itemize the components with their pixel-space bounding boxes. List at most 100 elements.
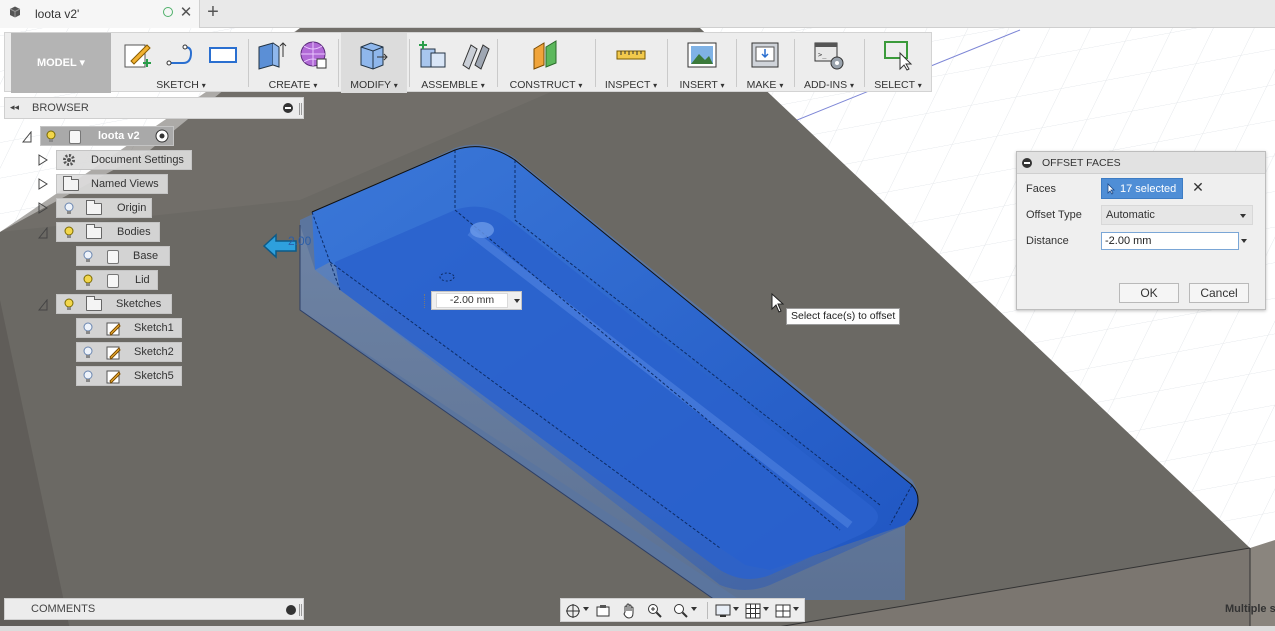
tree-sketch5[interactable]: Sketch5 [76, 366, 182, 386]
visibility-bulb-icon[interactable] [64, 298, 74, 311]
insert-menu-label[interactable]: INSERT ▾ [671, 79, 733, 91]
sketch-group[interactable]: SKETCH ▾ [117, 33, 245, 93]
joint-icon[interactable] [459, 39, 491, 71]
select-icon[interactable] [882, 39, 914, 71]
rectangle-icon[interactable] [207, 39, 239, 71]
expand-origin-icon[interactable] [38, 202, 48, 214]
expand-root-icon[interactable] [22, 131, 32, 143]
close-tab-button[interactable]: ✕ [178, 3, 194, 21]
tree-root-component[interactable]: loota v2 [40, 126, 174, 146]
canvas-distance-dropdown-icon[interactable] [514, 299, 520, 303]
visibility-bulb-icon[interactable] [83, 274, 93, 287]
new-component-icon[interactable] [417, 39, 449, 71]
collapse-sketches-icon[interactable] [38, 299, 48, 311]
assemble-menu-label[interactable]: ASSEMBLE ▾ [413, 79, 493, 91]
comments-panel-header[interactable]: COMMENTS [4, 598, 304, 620]
document-tab[interactable]: loota v2' ✕ [0, 0, 200, 28]
distance-input[interactable] [1101, 232, 1239, 250]
viewports-dropdown-icon[interactable] [793, 607, 799, 611]
canvas-distance-value[interactable]: -2.00 mm [436, 293, 508, 308]
measure-icon[interactable] [615, 39, 647, 71]
tree-document-settings[interactable]: Document Settings [56, 150, 192, 170]
create-sketch-icon[interactable] [121, 39, 153, 71]
ok-button[interactable]: OK [1119, 283, 1179, 303]
display-settings-icon[interactable] [715, 603, 731, 619]
tree-bodies[interactable]: Bodies [56, 222, 160, 242]
3d-print-icon[interactable] [749, 39, 781, 71]
fit-icon[interactable] [673, 603, 689, 619]
inspect-menu-label[interactable]: INSPECT ▾ [599, 79, 663, 91]
create-menu-label[interactable]: CREATE ▾ [251, 79, 335, 91]
cancel-button[interactable]: Cancel [1189, 283, 1249, 303]
panel-grip-icon[interactable] [299, 604, 302, 616]
tree-named-views[interactable]: Named Views [56, 174, 168, 194]
clear-selection-icon[interactable]: ✕ [1191, 179, 1205, 196]
add-comment-icon[interactable] [286, 605, 296, 615]
select-menu-label[interactable]: SELECT ▾ [867, 79, 929, 91]
visibility-bulb-off-icon[interactable] [83, 250, 93, 263]
canvas-distance-input[interactable]: -2.00 mm [424, 291, 522, 310]
tree-sketch1[interactable]: Sketch1 [76, 318, 182, 338]
distance-dropdown-icon[interactable] [1241, 239, 1247, 243]
faces-selection-button[interactable]: 17 selected [1101, 178, 1183, 199]
add-ins-group[interactable]: >_ ADD-INS ▾ [797, 33, 861, 93]
visibility-bulb-icon[interactable] [64, 226, 74, 239]
distance-label: Distance [1026, 235, 1069, 247]
orbit-dropdown-icon[interactable] [583, 607, 589, 611]
expand-document-settings-icon[interactable] [38, 154, 48, 166]
body-icon [107, 250, 119, 264]
folder-icon [86, 200, 102, 215]
insert-group[interactable]: INSERT ▾ [671, 33, 733, 93]
assemble-group[interactable]: ASSEMBLE ▾ [413, 33, 493, 93]
inspect-group[interactable]: INSPECT ▾ [599, 33, 663, 93]
visibility-bulb-off-icon[interactable] [83, 346, 93, 359]
pan-hand-icon[interactable] [621, 603, 637, 619]
visibility-bulb-off-icon[interactable] [83, 322, 93, 335]
grid-dropdown-icon[interactable] [763, 607, 769, 611]
new-tab-button[interactable]: + [203, 1, 223, 23]
offset-type-select[interactable]: Automatic [1101, 205, 1253, 225]
insert-image-icon[interactable] [686, 39, 718, 71]
activate-component-icon[interactable] [155, 129, 169, 143]
look-at-icon[interactable] [595, 603, 611, 619]
make-group[interactable]: MAKE ▾ [739, 33, 791, 93]
press-pull-icon[interactable] [357, 39, 389, 71]
modify-group[interactable]: MODIFY ▾ [341, 33, 407, 93]
expand-named-views-icon[interactable] [38, 178, 48, 190]
drag-grip-icon[interactable] [424, 294, 427, 308]
make-menu-label[interactable]: MAKE ▾ [739, 79, 791, 91]
add-ins-menu-label[interactable]: ADD-INS ▾ [797, 79, 861, 91]
create-group[interactable]: CREATE ▾ [251, 33, 335, 93]
workspace-switcher-button[interactable]: MODEL ▾ [11, 33, 111, 93]
collapse-browser-icon[interactable]: ◂◂ [10, 102, 19, 113]
display-dropdown-icon[interactable] [733, 607, 739, 611]
offset-plane-icon[interactable] [530, 39, 562, 71]
grid-settings-icon[interactable] [745, 603, 761, 619]
tree-origin[interactable]: Origin [56, 198, 152, 218]
construct-menu-label[interactable]: CONSTRUCT ▾ [501, 79, 591, 91]
collapse-dialog-icon[interactable] [1022, 158, 1032, 168]
collapse-bodies-icon[interactable] [38, 227, 48, 239]
visibility-bulb-off-icon[interactable] [64, 202, 74, 215]
minimize-browser-icon[interactable] [283, 103, 293, 113]
construct-group[interactable]: CONSTRUCT ▾ [501, 33, 591, 93]
modify-menu-label[interactable]: MODIFY ▾ [341, 79, 407, 91]
tree-body-base[interactable]: Base [76, 246, 170, 266]
zoom-icon[interactable] [647, 603, 663, 619]
sketch-menu-label[interactable]: SKETCH ▾ [117, 79, 245, 91]
viewports-icon[interactable] [775, 603, 791, 619]
line-icon[interactable] [165, 39, 197, 71]
visibility-bulb-icon[interactable] [46, 130, 56, 143]
tree-body-lid[interactable]: Lid [76, 270, 158, 290]
folder-icon [86, 296, 102, 311]
visibility-bulb-off-icon[interactable] [83, 370, 93, 383]
panel-grip-icon[interactable] [299, 103, 302, 115]
select-group[interactable]: SELECT ▾ [867, 33, 929, 93]
form-icon[interactable] [297, 39, 329, 71]
orbit-icon[interactable] [565, 603, 581, 619]
extrude-icon[interactable] [255, 39, 287, 71]
zoom-dropdown-icon[interactable] [691, 607, 697, 611]
tree-sketches[interactable]: Sketches [56, 294, 172, 314]
tree-sketch2[interactable]: Sketch2 [76, 342, 182, 362]
scripts-addins-icon[interactable]: >_ [813, 39, 845, 71]
